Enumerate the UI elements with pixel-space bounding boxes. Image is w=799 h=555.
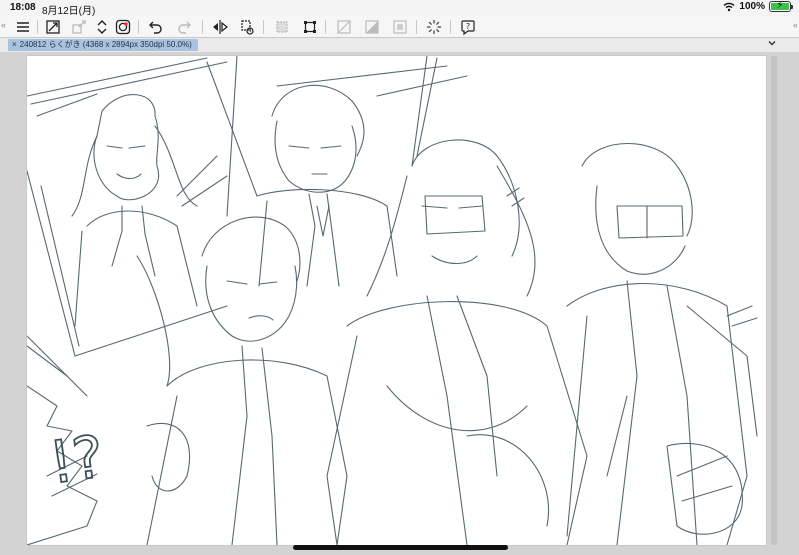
close-tab-icon[interactable]: × [12, 39, 17, 51]
scroll-arrows-icon[interactable] [93, 18, 111, 36]
transform-icon [70, 18, 88, 36]
svg-text:?: ? [466, 22, 470, 31]
select-layer-icon [273, 18, 291, 36]
battery-icon: ⚡ [769, 0, 793, 12]
clip-studio-icon[interactable] [114, 18, 132, 36]
crop-icon[interactable] [301, 18, 319, 36]
clear-icon [335, 18, 353, 36]
clock: 18:08 [10, 2, 36, 13]
canvas-tab-label: 240812 らくがき (4368 x 2894px 350dpi 50.0%) [19, 40, 192, 49]
home-indicator[interactable] [293, 545, 508, 550]
exclamation-text: !? [45, 422, 108, 497]
chevron-down-icon[interactable] [767, 38, 777, 50]
left-panel-handle[interactable]: ‹‹ [1, 20, 6, 30]
command-bar: ? [0, 16, 799, 38]
fit-screen-icon[interactable] [44, 18, 62, 36]
canvas-tab[interactable]: × 240812 らくがき (4368 x 2894px 350dpi 50.0… [8, 39, 198, 51]
status-bar: 18:08 8月12日(月) 100% ⚡ [0, 0, 799, 17]
help-icon[interactable]: ? [459, 18, 477, 36]
battery-percent: 100% [739, 1, 765, 12]
right-panel-handle[interactable]: ‹‹ [793, 20, 798, 30]
menu-icon[interactable] [14, 18, 32, 36]
date: 8月12日(月) [42, 6, 96, 17]
workspace: !? [0, 52, 799, 555]
status-right: 100% ⚡ [723, 0, 793, 12]
app-window: 18:08 8月12日(月) 100% ⚡ ? ‹‹ ‹‹ × 240812 ら… [0, 0, 799, 555]
undo-icon[interactable] [147, 18, 165, 36]
border-icon [391, 18, 409, 36]
redo-icon [175, 18, 193, 36]
flip-horizontal-icon[interactable] [211, 18, 229, 36]
tab-bar: × 240812 らくがき (4368 x 2894px 350dpi 50.0… [0, 38, 799, 52]
wifi-icon [723, 2, 735, 11]
loading-icon[interactable] [425, 18, 443, 36]
canvas-scroll-area[interactable] [771, 56, 777, 545]
drawing-canvas[interactable]: !? [27, 56, 766, 545]
fill-icon [363, 18, 381, 36]
sketch-artwork: !? [27, 56, 758, 545]
rotate-view-icon[interactable] [238, 18, 256, 36]
